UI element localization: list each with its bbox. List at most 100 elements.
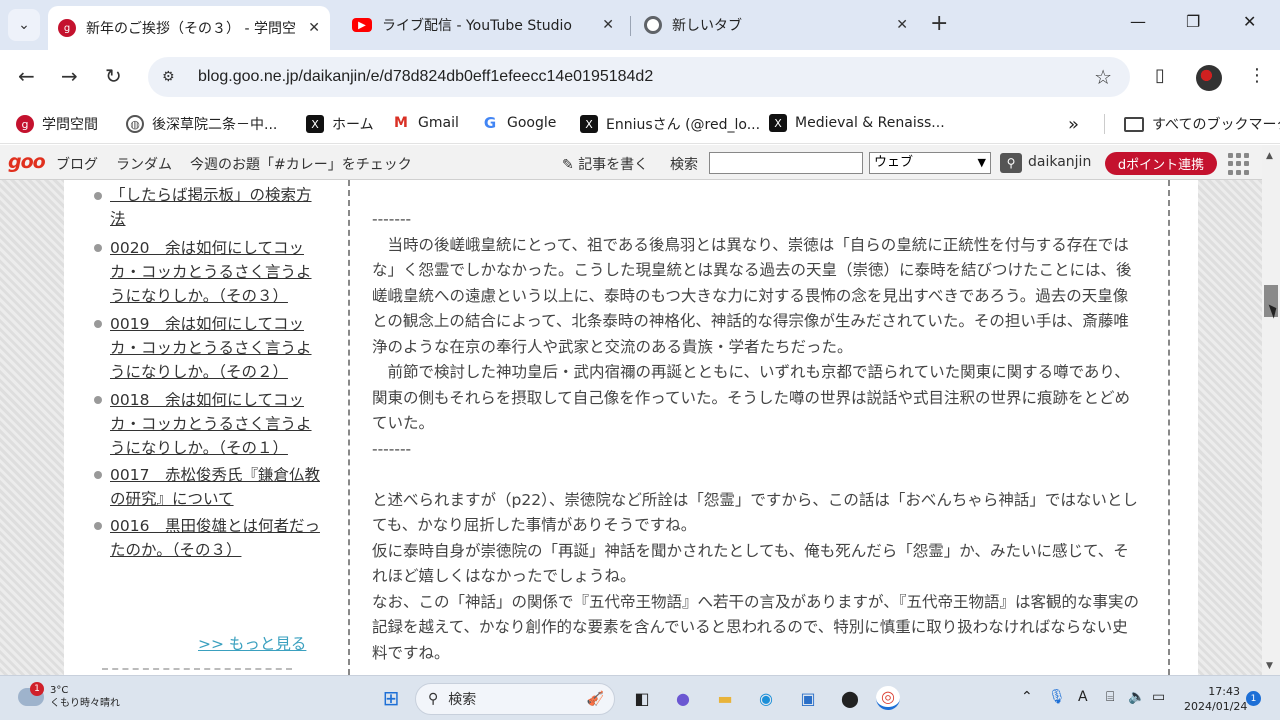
chevron-down-icon: ⌄ (18, 17, 30, 33)
tab-title: 新年のご挨拶（その３） - 学問空 (86, 21, 296, 37)
bookmark-item[interactable]: G Google (481, 114, 557, 132)
folder-icon (1124, 116, 1144, 132)
x-icon: X (306, 115, 324, 133)
address-bar[interactable]: ⚙ blog.goo.ne.jp/daikanjin/e/d78d824db0e… (148, 57, 1130, 97)
kebab-menu-icon[interactable]: ⋮ (1248, 65, 1266, 86)
bookmark-label: Medieval & Renaiss... (795, 115, 945, 131)
article-paragraph: と述べられますが（p22）、崇徳院など所詮は「怨霊」ですから、この話は「おべんち… (372, 490, 1138, 535)
bookmark-label: Google (507, 115, 557, 131)
bookmark-item[interactable]: X Enniusさん (@red_lo... (580, 114, 760, 134)
edge-icon[interactable]: ◉ (754, 686, 778, 710)
goo-search-scope-select[interactable]: ウェブ ▼ (869, 152, 991, 174)
bookmark-item[interactable]: g 学問空間 (16, 114, 98, 134)
sidebar-post-link[interactable]: 0017 赤松俊秀氏『鎌倉仏教の研究』について (92, 463, 320, 511)
battery-icon[interactable]: ▭ (1152, 689, 1165, 705)
article-paragraph: 前節で検討した神功皇后・武内宿禰の再誕とともに、いずれも京都で語られていた関東に… (372, 363, 1130, 432)
task-view-icon[interactable]: ◧ (630, 686, 654, 710)
tab-goo-blog[interactable]: g 新年のご挨拶（その３） - 学問空 ✕ (48, 6, 330, 50)
weather-badge: 1 (30, 682, 44, 696)
goo-link-weekly-topic[interactable]: 今週のお題「#カレー」をチェック (190, 154, 412, 174)
apps-grid-icon[interactable] (1228, 153, 1250, 175)
side-panel-icon[interactable]: ▯ (1155, 65, 1165, 86)
all-bookmarks-button[interactable]: すべてのブックマーク (1124, 114, 1280, 134)
bookmark-star-icon[interactable]: ☆ (1094, 65, 1112, 89)
tab-title: 新しいタブ (672, 18, 742, 34)
app-icon[interactable]: ⬤ (838, 686, 862, 710)
close-icon[interactable]: ✕ (308, 20, 320, 36)
google-icon: G (483, 114, 497, 132)
window-close-button[interactable]: ✕ (1243, 12, 1256, 31)
scroll-up-icon[interactable]: ▲ (1266, 151, 1273, 161)
weather-widget[interactable]: 1 3°C くもり時々晴れ (18, 682, 120, 710)
bookmark-label: 後深草院二条－中... (152, 117, 278, 133)
cloud-sun-icon: 1 (18, 682, 44, 706)
sidebar-post-link[interactable]: 0016 黒田俊雄とは何者だったのか。（その３） (92, 514, 320, 562)
ime-indicator[interactable]: A (1078, 689, 1088, 705)
sidebar-post-link[interactable]: 「したらば掲示板」の検索方法 (92, 183, 320, 231)
article-paragraph: なお、この「神話」の関係で『五代帝王物語』へ若干の言及がありますが、『五代帝王物… (372, 592, 1139, 662)
tab-search-button[interactable]: ⌄ (8, 9, 40, 41)
write-article-link[interactable]: ✎ 記事を書く (562, 154, 648, 174)
reload-icon[interactable]: ↻ (105, 64, 122, 88)
x-icon: X (769, 114, 787, 132)
bookmark-item[interactable]: X ホーム (306, 114, 374, 134)
sidebar-post-link[interactable]: 0018 余は如何にしてコッカ・コッカとうるさく言うようになりしか。（その１） (92, 388, 320, 460)
quote-separator: ------- (372, 210, 412, 228)
microphone-icon[interactable]: 🎙 (1048, 689, 1066, 705)
violin-icon: 🎻 (586, 691, 604, 707)
goo-icon: g (16, 115, 34, 133)
all-bookmarks-label: すべてのブックマーク (1152, 117, 1280, 133)
close-icon[interactable]: ✕ (896, 17, 908, 33)
more-posts-link[interactable]: >> もっと見る (198, 632, 306, 654)
article-paragraph: 当時の後嵯峨皇統にとって、祖である後鳥羽とは異なり、崇徳は「自らの皇統に正統性を… (372, 235, 1132, 356)
url-text[interactable]: blog.goo.ne.jp/daikanjin/e/d78d824db0eff… (198, 68, 653, 86)
bookmark-item[interactable]: ◍ 後深草院二条－中... (126, 114, 277, 134)
tab-new-tab[interactable]: 新しいタブ ✕ (634, 6, 918, 44)
sidebar-post-link[interactable]: 0019 余は如何にしてコッカ・コッカとうるさく言うようになりしか。（その２） (92, 312, 320, 384)
scroll-down-icon[interactable]: ▼ (1266, 661, 1273, 671)
notification-badge[interactable]: 1 (1246, 691, 1261, 706)
x-icon: X (580, 115, 598, 133)
taskbar-search-box[interactable]: ⚲ 検索 🎻 (415, 683, 615, 715)
globe-icon: ◍ (126, 115, 144, 133)
minimize-button[interactable]: — (1130, 12, 1146, 31)
tab-youtube-studio[interactable]: ▶ ライブ配信 - YouTube Studio ✕ (342, 6, 624, 44)
chrome-taskbar-icon[interactable]: ◎ (876, 686, 900, 710)
dpoint-link-button[interactable]: dポイント連携 (1105, 152, 1217, 175)
clock-time: 17:43 (1208, 685, 1240, 698)
gmail-icon: M (394, 115, 408, 131)
site-settings-icon[interactable]: ⚙ (162, 69, 182, 85)
windows-start-icon[interactable]: ⊞ (379, 686, 403, 710)
file-explorer-icon[interactable]: ▬ (713, 686, 737, 710)
goo-link-random[interactable]: ランダム (116, 154, 172, 174)
chevron-down-icon: ▼ (977, 156, 986, 169)
select-value: ウェブ (874, 155, 914, 170)
restore-button[interactable]: ❐ (1186, 12, 1200, 31)
network-icon[interactable]: ⌸ (1106, 689, 1114, 705)
volume-icon[interactable]: 🔈 (1128, 689, 1145, 705)
chevron-up-icon[interactable]: ⌃ (1021, 689, 1033, 705)
bookmarks-overflow-button[interactable]: » (1068, 114, 1079, 135)
goo-logo[interactable]: goo (8, 151, 46, 173)
goo-search-button[interactable]: ⚲ (1000, 153, 1022, 173)
goo-search-input[interactable] (709, 152, 863, 174)
bookmark-item[interactable]: M Gmail (392, 114, 459, 132)
goo-username[interactable]: daikanjin (1028, 154, 1091, 170)
page-container: 「したらば掲示板」の検索方法 0020 余は如何にしてコッカ・コッカとうるさく言… (64, 180, 1198, 675)
chat-icon[interactable]: ● (671, 686, 695, 710)
new-tab-button[interactable]: + (930, 12, 948, 36)
bookmark-item[interactable]: X Medieval & Renaiss... (769, 114, 945, 132)
goo-link-blog[interactable]: ブログ (56, 154, 98, 174)
sidebar-recent-posts: 「したらば掲示板」の検索方法 0020 余は如何にしてコッカ・コッカとうるさく言… (92, 180, 320, 562)
search-icon: ⚲ (428, 691, 439, 707)
taskbar-clock[interactable]: 17:43 2024/01/24 (1184, 684, 1247, 714)
store-icon[interactable]: ▣ (796, 686, 820, 710)
page-scrollbar[interactable]: ▲ ▼ (1262, 145, 1280, 675)
close-icon[interactable]: ✕ (602, 17, 614, 33)
back-arrow-icon[interactable]: ← (18, 64, 35, 88)
sidebar-post-link[interactable]: 0020 余は如何にしてコッカ・コッカとうるさく言うようになりしか。（その３） (92, 236, 320, 308)
youtube-icon: ▶ (352, 18, 372, 32)
forward-arrow-icon[interactable]: → (61, 64, 78, 88)
profile-avatar[interactable] (1196, 65, 1222, 91)
